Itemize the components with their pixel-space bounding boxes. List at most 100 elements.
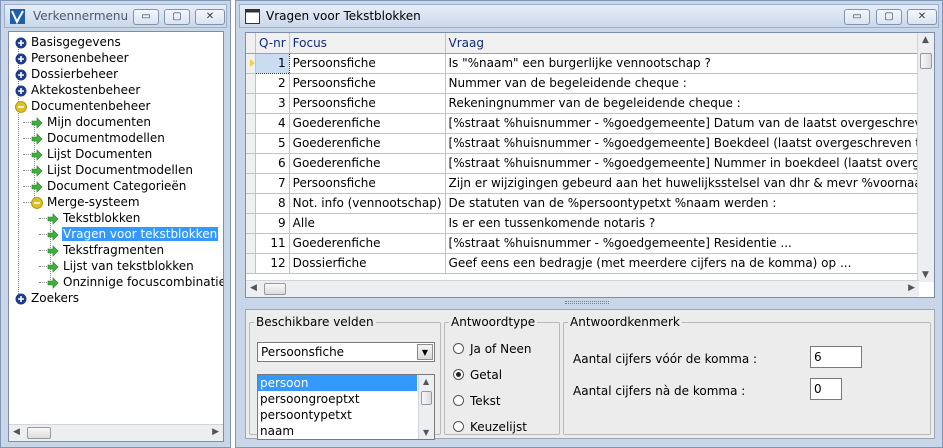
radio-button-icon[interactable] bbox=[453, 343, 464, 354]
fields-listbox[interactable]: persoon persoongroeptxt persoontypetxt naam… bbox=[257, 374, 435, 440]
cell-focus[interactable]: Persoonsfiche bbox=[289, 93, 446, 114]
minimize-button[interactable]: ▭ bbox=[133, 9, 159, 25]
column-header-vraag[interactable]: Vraag bbox=[445, 33, 934, 54]
table-row[interactable]: 11 Goederenfiche [%straat %huisnummer - %g… bbox=[246, 233, 934, 254]
cell-focus[interactable]: Goederenfiche bbox=[289, 153, 446, 174]
plus-circle-icon[interactable] bbox=[15, 293, 27, 305]
list-item[interactable]: persoongroeptxt bbox=[258, 391, 417, 407]
restore-button[interactable]: ▢ bbox=[876, 9, 902, 25]
row-indicator[interactable] bbox=[246, 193, 256, 214]
cell-focus[interactable]: Goederenfiche bbox=[289, 133, 446, 154]
cell-qnr[interactable]: 5 bbox=[255, 133, 290, 154]
tree-horizontal-scrollbar[interactable]: ◀ ▶ bbox=[9, 424, 223, 441]
radio-button-icon[interactable] bbox=[453, 395, 464, 406]
chevron-down-icon[interactable]: ▼ bbox=[417, 344, 433, 360]
cell-qnr[interactable]: 9 bbox=[255, 213, 290, 234]
tree-item[interactable]: Tekstblokken bbox=[47, 210, 141, 226]
table-row[interactable]: 5 Goederenfiche [%straat %huisnummer - %go… bbox=[246, 133, 934, 154]
row-indicator[interactable] bbox=[246, 93, 256, 114]
cell-focus[interactable]: Persoonsfiche bbox=[289, 53, 446, 74]
cell-qnr[interactable]: 1 bbox=[255, 52, 290, 74]
list-item[interactable]: persoon bbox=[258, 375, 417, 391]
cell-qnr[interactable]: 4 bbox=[255, 113, 290, 134]
cell-vraag[interactable]: De statuten van de %persoontypetxt %naam… bbox=[445, 193, 934, 214]
cell-vraag[interactable]: [%straat %huisnummer - %goedgemeente] Nu… bbox=[445, 153, 934, 174]
cell-vraag[interactable]: Zijn er wijzigingen gebeurd aan het huwe… bbox=[445, 173, 934, 194]
answer-type-radio[interactable]: Keuzelijst bbox=[453, 419, 527, 435]
row-indicator[interactable] bbox=[246, 113, 256, 134]
radio-button-icon[interactable] bbox=[453, 369, 464, 380]
tree-item[interactable]: Onzinnige focuscombinaties bbox=[47, 274, 223, 290]
answer-type-radio[interactable]: Tekst bbox=[453, 393, 501, 409]
grid-vertical-scrollbar[interactable]: ▲ ▼ bbox=[917, 33, 934, 282]
tree-item[interactable]: Tekstfragmenten bbox=[47, 242, 165, 258]
plus-circle-icon[interactable] bbox=[15, 69, 27, 81]
cell-focus[interactable]: Persoonsfiche bbox=[289, 173, 446, 194]
list-item[interactable]: persoontypetxt bbox=[258, 407, 417, 423]
table-row[interactable]: 4 Goederenfiche [%straat %huisnummer - %go… bbox=[246, 113, 934, 134]
cell-qnr[interactable]: 12 bbox=[255, 253, 290, 274]
table-row[interactable]: 1 Persoonsfiche Is "%naam" een burgerlijke… bbox=[246, 52, 934, 74]
row-indicator[interactable] bbox=[246, 233, 256, 254]
cell-vraag[interactable]: Rekeningnummer van de begeleidende chequ… bbox=[445, 93, 934, 114]
scroll-left-icon[interactable]: ◀ bbox=[13, 427, 20, 437]
cell-qnr[interactable]: 11 bbox=[255, 233, 290, 254]
answer-type-radio[interactable]: Getal bbox=[453, 367, 502, 383]
cell-vraag[interactable]: [%straat %huisnummer - %goedgemeente] Bo… bbox=[445, 133, 934, 154]
cell-qnr[interactable]: 6 bbox=[255, 153, 290, 174]
tree-item[interactable]: Lijst van tekstblokken bbox=[47, 258, 195, 274]
restore-button[interactable]: ▢ bbox=[164, 9, 190, 25]
tree-item[interactable]: Lijst Documenten bbox=[31, 146, 153, 162]
table-row[interactable]: 2 Persoonsfiche Nummer van de begeleidende… bbox=[246, 73, 934, 94]
tree-item[interactable]: Documentenbeheer bbox=[15, 98, 151, 114]
row-indicator[interactable] bbox=[246, 133, 256, 154]
list-item[interactable]: naam bbox=[258, 423, 417, 439]
scroll-up-icon[interactable]: ▲ bbox=[423, 377, 429, 386]
table-row[interactable]: 12 Dossierfiche Geef eens een bedragje (me… bbox=[246, 253, 934, 274]
tree-item[interactable]: Documentmodellen bbox=[31, 130, 166, 146]
fields-scrollbar[interactable]: ▲ ▼ bbox=[418, 375, 434, 439]
tree-item[interactable]: Zoekers bbox=[15, 290, 80, 306]
scroll-down-icon[interactable]: ▼ bbox=[922, 270, 929, 280]
tree-item[interactable]: Mijn documenten bbox=[31, 114, 152, 130]
plus-circle-icon[interactable] bbox=[15, 53, 27, 65]
answer-type-radio[interactable]: Ja of Neen bbox=[453, 341, 531, 357]
cell-qnr[interactable]: 7 bbox=[255, 173, 290, 194]
cell-vraag[interactable]: [%straat %huisnummer - %goedgemeente] Re… bbox=[445, 233, 934, 254]
table-row[interactable]: 3 Persoonsfiche Rekeningnummer van de bege… bbox=[246, 93, 934, 114]
splitter-grip[interactable] bbox=[565, 301, 609, 304]
scroll-right-icon[interactable]: ▶ bbox=[908, 283, 915, 293]
scroll-up-icon[interactable]: ▲ bbox=[922, 35, 929, 45]
tree-item[interactable]: Dossierbeheer bbox=[15, 66, 119, 82]
cell-vraag[interactable]: Is er een tussenkomende notaris ? bbox=[445, 213, 934, 234]
plus-circle-icon[interactable] bbox=[15, 85, 27, 97]
row-indicator[interactable] bbox=[246, 73, 256, 94]
tree-item[interactable]: Aktekostenbeheer bbox=[15, 82, 141, 98]
tree-item[interactable]: Document Categorieën bbox=[31, 178, 187, 194]
column-header-focus[interactable]: Focus bbox=[289, 33, 446, 54]
scrollbar-thumb[interactable] bbox=[27, 427, 51, 439]
row-indicator[interactable] bbox=[246, 53, 256, 74]
cell-focus[interactable]: Goederenfiche bbox=[289, 113, 446, 134]
cell-vraag[interactable]: [%straat %huisnummer - %goedgemeente] Da… bbox=[445, 113, 934, 134]
focus-select[interactable]: Persoonsfiche ▼ bbox=[257, 342, 435, 362]
tree-item[interactable]: Basisgegevens bbox=[15, 34, 122, 50]
minus-circle-icon[interactable] bbox=[15, 100, 27, 113]
cell-qnr[interactable]: 8 bbox=[255, 193, 290, 214]
cell-vraag[interactable]: Nummer van de begeleidende cheque : bbox=[445, 73, 934, 94]
cell-qnr[interactable]: 3 bbox=[255, 93, 290, 114]
row-indicator[interactable] bbox=[246, 173, 256, 194]
questions-titlebar[interactable]: Vragen voor Tekstblokken ▭ ▢ ✕ bbox=[239, 4, 939, 28]
scroll-down-icon[interactable]: ▼ bbox=[423, 428, 429, 437]
cell-focus[interactable]: Alle bbox=[289, 213, 446, 234]
cell-focus[interactable]: Not. info (vennootschap) bbox=[289, 193, 446, 214]
cell-focus[interactable]: Persoonsfiche bbox=[289, 73, 446, 94]
scrollbar-thumb[interactable] bbox=[920, 53, 932, 69]
cell-qnr[interactable]: 2 bbox=[255, 73, 290, 94]
table-row[interactable]: 8 Not. info (vennootschap) De statuten van… bbox=[246, 193, 934, 214]
table-row[interactable]: 7 Persoonsfiche Zijn er wijzigingen gebeur… bbox=[246, 173, 934, 194]
tree-item[interactable]: Vragen voor tekstblokken bbox=[47, 226, 219, 242]
tree-item[interactable]: Personenbeheer bbox=[15, 50, 130, 66]
row-indicator[interactable] bbox=[246, 253, 256, 274]
grid-horizontal-scrollbar[interactable]: ◀ ▶ bbox=[246, 280, 919, 297]
